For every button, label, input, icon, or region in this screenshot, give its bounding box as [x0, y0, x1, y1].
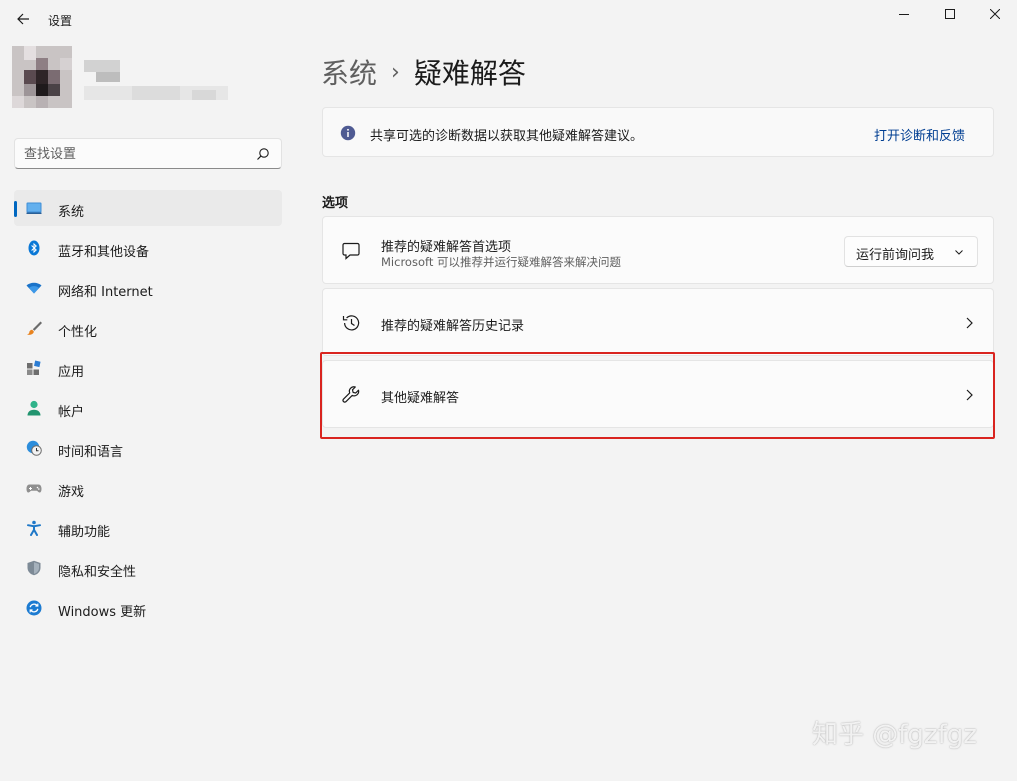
- troubleshooter-preference-dropdown[interactable]: 运行前询问我: [844, 236, 978, 267]
- sidebar-item-label: 帐户: [58, 405, 85, 420]
- user-profile[interactable]: [12, 46, 232, 116]
- update-icon: [26, 600, 42, 616]
- dropdown-selected-value: 运行前询问我: [856, 248, 935, 263]
- sidebar-item-label: 系统: [58, 205, 85, 220]
- monitor-icon: [26, 202, 42, 214]
- sidebar-item-privacy[interactable]: 隐私和安全性: [14, 550, 282, 586]
- sidebar-item-system[interactable]: 系统: [14, 190, 282, 226]
- minimize-icon: [899, 14, 909, 15]
- recommended-troubleshooter-preferences-card: 推荐的疑难解答首选项 Microsoft 可以推荐并运行疑难解答来解决问题 运行…: [322, 216, 994, 284]
- card-title: 其他疑难解答: [381, 391, 460, 406]
- section-title: 选项: [322, 196, 349, 211]
- sidebar-item-network[interactable]: 网络和 Internet: [14, 270, 282, 306]
- history-icon: [342, 315, 360, 331]
- sidebar-item-apps[interactable]: 应用: [14, 350, 282, 386]
- sidebar-item-label: 游戏: [58, 485, 85, 500]
- breadcrumb: 系统 › 疑难解答: [321, 52, 526, 92]
- watermark: 知乎 @fgzfgz: [812, 720, 977, 750]
- close-icon: [990, 9, 1000, 19]
- wifi-icon: [26, 282, 42, 294]
- sidebar-item-accounts[interactable]: 帐户: [14, 390, 282, 426]
- sidebar-nav: 系统 蓝牙和其他设备 网络和 Internet 个性化 应用 帐户 时间和语言 …: [14, 190, 282, 630]
- diagnostic-info-banner: 共享可选的诊断数据以获取其他疑难解答建议。 打开诊断和反馈: [322, 107, 994, 157]
- sidebar-item-accessibility[interactable]: 辅助功能: [14, 510, 282, 546]
- search-box[interactable]: [14, 138, 282, 169]
- wrench-icon: [342, 386, 360, 403]
- search-input[interactable]: [24, 144, 244, 164]
- chat-bubble-icon: [342, 242, 360, 260]
- brush-icon: [27, 321, 42, 335]
- minimize-button[interactable]: [881, 0, 927, 28]
- card-description: Microsoft 可以推荐并运行疑难解答来解决问题: [381, 255, 621, 269]
- card-title: 推荐的疑难解答历史记录: [381, 319, 525, 334]
- sidebar-item-label: 时间和语言: [58, 445, 124, 460]
- globe-clock-icon: [26, 440, 42, 456]
- sidebar-item-bluetooth[interactable]: 蓝牙和其他设备: [14, 230, 282, 266]
- app-title: 设置: [48, 14, 73, 28]
- sidebar-item-personalization[interactable]: 个性化: [14, 310, 282, 346]
- title-bar: 设置: [0, 0, 1017, 40]
- sidebar-item-label: 隐私和安全性: [58, 565, 137, 580]
- open-diagnostics-feedback-link[interactable]: 打开诊断和反馈: [874, 125, 965, 144]
- apps-icon: [27, 360, 41, 375]
- sidebar-item-label: 网络和 Internet: [58, 285, 153, 300]
- other-troubleshooters-card[interactable]: 其他疑难解答: [322, 360, 994, 428]
- maximize-icon: [945, 9, 955, 19]
- chevron-right-icon: [966, 389, 973, 401]
- chevron-right-icon: [966, 317, 973, 329]
- bluetooth-icon: [28, 240, 40, 256]
- chevron-down-icon: [955, 250, 963, 255]
- sidebar-item-time-language[interactable]: 时间和语言: [14, 430, 282, 466]
- close-button[interactable]: [972, 0, 1017, 28]
- sidebar-item-gaming[interactable]: 游戏: [14, 470, 282, 506]
- sidebar-item-windows-update[interactable]: Windows 更新: [14, 590, 282, 626]
- sidebar-item-label: 个性化: [58, 325, 98, 340]
- search-icon[interactable]: [255, 146, 271, 162]
- gamepad-icon: [26, 484, 42, 493]
- avatar: [12, 46, 72, 108]
- troubleshooter-history-card[interactable]: 推荐的疑难解答历史记录: [322, 288, 994, 356]
- page-title: 疑难解答: [413, 57, 526, 90]
- sidebar-item-label: 蓝牙和其他设备: [58, 245, 150, 260]
- breadcrumb-separator: ›: [391, 59, 400, 85]
- profile-name-blurred: [84, 60, 228, 106]
- banner-text: 共享可选的诊断数据以获取其他疑难解答建议。: [370, 129, 644, 144]
- card-title: 推荐的疑难解答首选项: [381, 240, 512, 255]
- breadcrumb-parent-link[interactable]: 系统: [321, 52, 377, 92]
- sidebar-item-label: Windows 更新: [58, 605, 147, 620]
- info-icon: [340, 125, 356, 141]
- accessibility-icon: [27, 520, 41, 536]
- back-button[interactable]: [12, 8, 34, 30]
- shield-icon: [27, 560, 41, 576]
- maximize-button[interactable]: [927, 0, 973, 28]
- sidebar-item-label: 应用: [58, 365, 85, 380]
- person-icon: [27, 400, 41, 416]
- arrow-left-icon: [17, 13, 29, 25]
- sidebar-item-label: 辅助功能: [58, 525, 111, 540]
